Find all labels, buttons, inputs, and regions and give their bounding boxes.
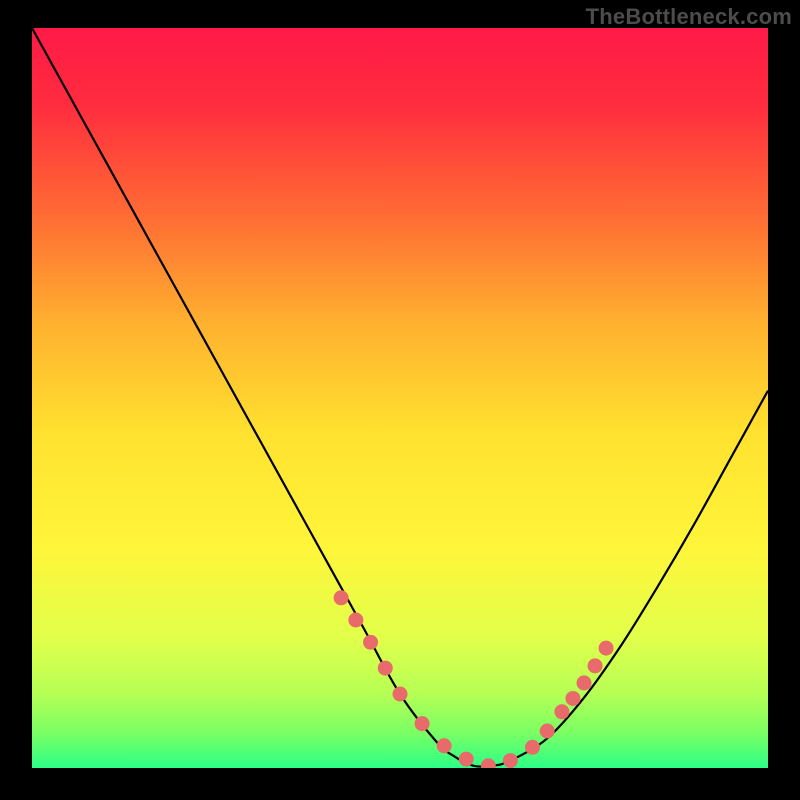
highlight-dot [348, 613, 363, 628]
highlight-dot [363, 635, 378, 650]
highlight-dot [565, 691, 580, 706]
highlight-dot [540, 724, 555, 739]
highlight-dot [503, 753, 518, 768]
highlight-dot [378, 661, 393, 676]
highlight-dot [554, 704, 569, 719]
highlight-dot [481, 758, 496, 773]
highlight-dot [588, 658, 603, 673]
highlight-dot [599, 641, 614, 656]
highlight-dot [437, 738, 452, 753]
watermark-text: TheBottleneck.com [586, 4, 792, 30]
gradient-background [32, 28, 768, 768]
highlight-dot [459, 752, 474, 767]
chart-frame: TheBottleneck.com [0, 0, 800, 800]
highlight-dot [577, 675, 592, 690]
highlight-dot [334, 590, 349, 605]
highlight-dot [393, 687, 408, 702]
highlight-dot [525, 740, 540, 755]
highlight-dot [415, 716, 430, 731]
bottleneck-chart [0, 0, 800, 800]
